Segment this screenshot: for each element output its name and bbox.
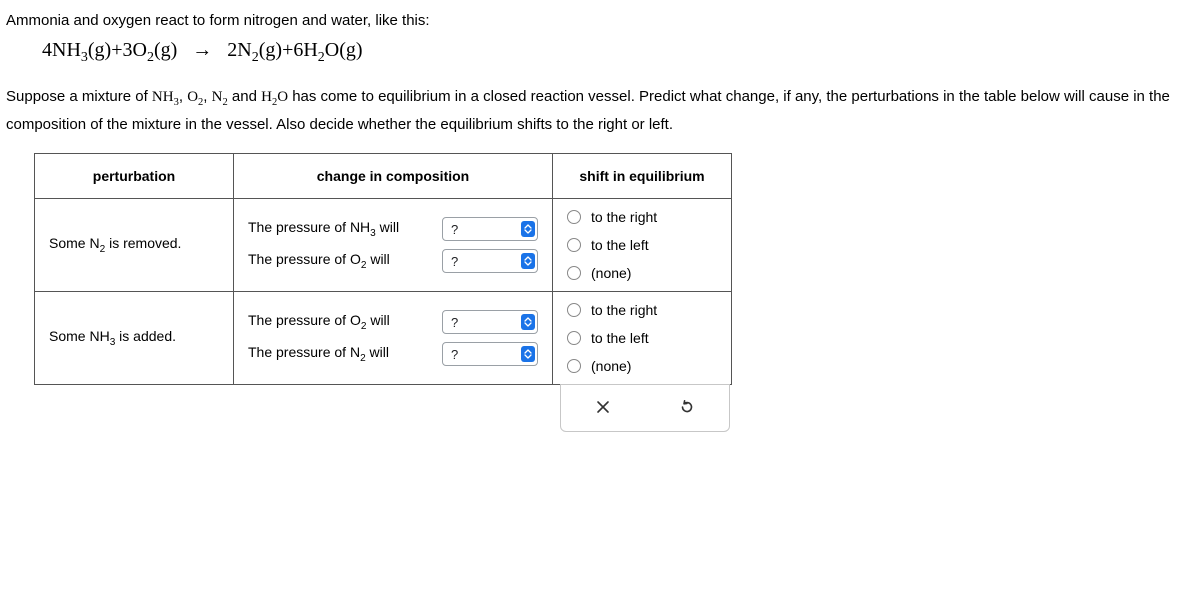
radio-icon (567, 266, 581, 280)
radio-icon (567, 359, 581, 373)
reset-button[interactable] (675, 395, 699, 419)
radio-icon (567, 238, 581, 252)
composition-select[interactable]: ? (442, 249, 538, 273)
chevron-updown-icon (521, 346, 535, 362)
radio-icon (567, 210, 581, 224)
reaction-equation: 4NH3(g)+3O2(g) → 2N2(g)+6H2O(g) (42, 39, 1194, 66)
composition-select[interactable]: ? (442, 217, 538, 241)
radio-label: to the right (591, 209, 657, 225)
intro-line-1: Ammonia and oxygen react to form nitroge… (6, 12, 1194, 29)
header-change: change in composition (234, 154, 553, 199)
intro-paragraph: Suppose a mixture of NH3, O2, N2 and H2O… (6, 84, 1194, 137)
composition-label: The pressure of NH3 will (248, 219, 399, 239)
composition-label: The pressure of O2 will (248, 312, 390, 332)
header-perturbation: perturbation (35, 154, 234, 199)
close-button[interactable] (591, 395, 615, 419)
chevron-updown-icon (521, 221, 535, 237)
table-row: Some N2 is removed. The pressure of NH3 … (35, 199, 732, 292)
composition-label: The pressure of O2 will (248, 251, 390, 271)
table-row: Some NH3 is added. The pressure of O2 wi… (35, 292, 732, 385)
composition-label: The pressure of N2 will (248, 344, 389, 364)
composition-select[interactable]: ? (442, 342, 538, 366)
perturbation-table: perturbation change in composition shift… (34, 153, 732, 385)
reset-icon (679, 399, 695, 415)
radio-icon (567, 331, 581, 345)
perturbation-cell: Some NH3 is added. (35, 292, 234, 385)
shift-radio-left[interactable]: to the left (567, 237, 717, 253)
shift-radio-none[interactable]: (none) (567, 358, 717, 374)
radio-label: to the right (591, 302, 657, 318)
composition-select[interactable]: ? (442, 310, 538, 334)
radio-label: to the left (591, 330, 649, 346)
radio-icon (567, 303, 581, 317)
chevron-updown-icon (521, 253, 535, 269)
action-bar (560, 384, 730, 432)
close-icon (596, 400, 610, 414)
shift-radio-left[interactable]: to the left (567, 330, 717, 346)
shift-radio-none[interactable]: (none) (567, 265, 717, 281)
perturbation-cell: Some N2 is removed. (35, 199, 234, 292)
radio-label: (none) (591, 358, 631, 374)
radio-label: to the left (591, 237, 649, 253)
chevron-updown-icon (521, 314, 535, 330)
header-shift: shift in equilibrium (553, 154, 732, 199)
radio-label: (none) (591, 265, 631, 281)
shift-radio-right[interactable]: to the right (567, 302, 717, 318)
shift-radio-right[interactable]: to the right (567, 209, 717, 225)
